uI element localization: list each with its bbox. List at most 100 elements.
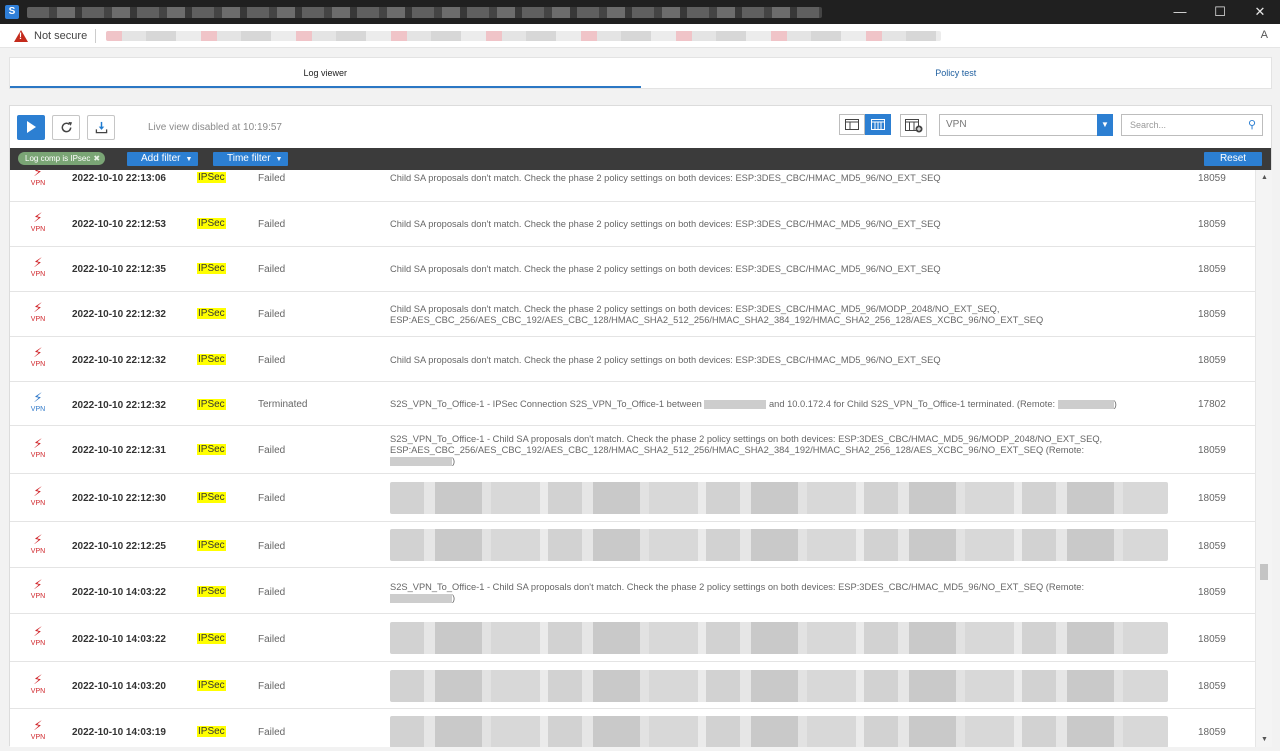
- log-message-part: ): [1113, 399, 1117, 409]
- scroll-up-icon[interactable]: ▲: [1261, 174, 1268, 181]
- log-type-cell: ⚡ VPN: [27, 719, 49, 741]
- vpn-failed-icon: ⚡: [33, 624, 43, 639]
- log-id: 18059: [1198, 727, 1226, 738]
- log-type-select[interactable]: VPN ▼: [939, 114, 1113, 136]
- table-row[interactable]: ⚡ VPN 2022-10-10 22:12:30 IPSec Failed 1…: [10, 474, 1255, 522]
- column-settings-button[interactable]: [900, 114, 927, 137]
- redacted-message: [390, 716, 1168, 747]
- add-filter-button[interactable]: Add filter ▼: [127, 152, 199, 166]
- live-view-status: Live view disabled at 10:19:57: [148, 121, 282, 133]
- refresh-button[interactable]: [52, 114, 80, 140]
- log-message-line: ESP:AES_CBC_256/AES_CBC_192/AES_CBC_128/…: [390, 445, 1085, 455]
- window-title-redacted: [27, 6, 822, 18]
- table-row[interactable]: ⚡ VPN 2022-10-10 22:12:25 IPSec Failed 1…: [10, 522, 1255, 568]
- vertical-scrollbar[interactable]: ▲ ▼: [1255, 170, 1272, 747]
- timestamp: 2022-10-10 22:12:31: [72, 445, 166, 456]
- download-icon: [95, 121, 107, 133]
- log-type-cell: ⚡ VPN: [27, 391, 49, 413]
- table-row[interactable]: ⚡ VPN 2022-10-10 22:12:53 IPSec Failed C…: [10, 202, 1255, 247]
- table-row[interactable]: ⚡ VPN 2022-10-10 14:03:19 IPSec Failed 1…: [10, 709, 1255, 747]
- table-row[interactable]: ⚡ VPN 2022-10-10 22:12:32 IPSec Failed C…: [10, 337, 1255, 382]
- close-button[interactable]: ✕: [1240, 0, 1280, 24]
- component-badge: IPSec: [197, 726, 226, 737]
- log-message-part: ): [452, 456, 456, 466]
- download-button[interactable]: [87, 114, 115, 140]
- table-row[interactable]: ⚡ VPN 2022-10-10 14:03:20 IPSec Failed 1…: [10, 662, 1255, 709]
- search-placeholder: Search...: [1130, 120, 1167, 130]
- log-type-label: VPN: [30, 406, 46, 413]
- timestamp: 2022-10-10 22:12:32: [72, 400, 166, 411]
- table-row[interactable]: ⚡ VPN 2022-10-10 22:13:06 IPSec Failed C…: [10, 170, 1255, 202]
- log-type-cell: ⚡ VPN: [27, 578, 49, 600]
- timestamp: 2022-10-10 22:13:06: [72, 173, 166, 184]
- status-text: Failed: [258, 355, 286, 366]
- window-title-bar: S — ☐ ✕: [0, 0, 1280, 24]
- filter-chip[interactable]: Log comp is IPsec ✖: [18, 152, 106, 165]
- app-icon: S: [5, 5, 19, 19]
- add-filter-label: Add filter: [141, 153, 181, 164]
- maximize-button[interactable]: ☐: [1200, 0, 1240, 24]
- table-row[interactable]: ⚡ VPN 2022-10-10 22:12:32 IPSec Failed C…: [10, 292, 1255, 337]
- log-type-cell: ⚡ VPN: [27, 437, 49, 459]
- status-text: Failed: [258, 219, 286, 230]
- reset-button[interactable]: Reset: [1204, 152, 1262, 166]
- window-controls: — ☐ ✕: [1160, 0, 1280, 24]
- log-toolbar: Live view disabled at 10:19:57 VPN ▼ Sea…: [10, 106, 1271, 148]
- minimize-button[interactable]: —: [1160, 0, 1200, 24]
- time-filter-label: Time filter: [227, 153, 271, 164]
- log-message-line: Child SA proposals don't match. Check th…: [390, 304, 1000, 314]
- timestamp: 2022-10-10 22:12:35: [72, 264, 166, 275]
- tab-policy-test[interactable]: Policy test: [641, 58, 1272, 88]
- table-row[interactable]: ⚡ VPN 2022-10-10 14:03:22 IPSec Failed S…: [10, 568, 1255, 614]
- component-badge: IPSec: [197, 540, 226, 551]
- log-message-line: S2S_VPN_To_Office-1 - Child SA proposals…: [390, 582, 1085, 592]
- component-badge: IPSec: [197, 680, 226, 691]
- detailed-view-button[interactable]: [865, 114, 891, 135]
- log-id: 18059: [1198, 309, 1226, 320]
- scroll-down-icon[interactable]: ▼: [1261, 736, 1268, 743]
- vpn-failed-icon: ⚡: [33, 532, 43, 547]
- log-type-cell: ⚡ VPN: [27, 211, 49, 233]
- table-row[interactable]: ⚡ VPN 2022-10-10 14:03:22 IPSec Failed 1…: [10, 614, 1255, 662]
- log-message: Child SA proposals don't match. Check th…: [390, 355, 941, 365]
- address-bar[interactable]: Not secure A: [0, 24, 1280, 48]
- url-redacted[interactable]: [106, 30, 942, 41]
- table-row[interactable]: ⚡ VPN 2022-10-10 22:12:31 IPSec Failed S…: [10, 426, 1255, 474]
- refresh-icon: [61, 121, 72, 132]
- log-type-cell: ⚡ VPN: [27, 301, 49, 323]
- log-message-part: ): [452, 593, 456, 603]
- tab-log-viewer[interactable]: Log viewer: [10, 58, 641, 88]
- log-type-label: VPN: [30, 180, 46, 187]
- table-row[interactable]: ⚡ VPN 2022-10-10 22:12:32 IPSec Terminat…: [10, 382, 1255, 426]
- redacted-message: [390, 670, 1168, 702]
- add-column-icon: [904, 118, 922, 132]
- view-tabs: Log viewer Policy test: [9, 57, 1272, 89]
- redacted-ip: [704, 400, 767, 410]
- log-message: S2S_VPN_To_Office-1 - Child SA proposals…: [390, 434, 1170, 467]
- log-type-label: VPN: [30, 688, 46, 695]
- table-row[interactable]: ⚡ VPN 2022-10-10 22:12:35 IPSec Failed C…: [10, 247, 1255, 292]
- search-icon[interactable]: ⚲: [1248, 115, 1256, 135]
- log-type-cell: ⚡ VPN: [27, 256, 49, 278]
- vpn-terminated-icon: ⚡: [33, 390, 43, 405]
- timestamp: 2022-10-10 14:03:19: [72, 727, 166, 738]
- status-text: Failed: [258, 264, 286, 275]
- status-text: Failed: [258, 587, 286, 598]
- read-aloud-icon[interactable]: A: [1261, 29, 1268, 41]
- log-type-cell: ⚡ VPN: [27, 485, 49, 507]
- log-id: 17802: [1198, 399, 1226, 410]
- search-input[interactable]: Search... ⚲: [1121, 114, 1263, 136]
- scroll-thumb[interactable]: [1260, 564, 1268, 580]
- play-button[interactable]: [17, 114, 45, 140]
- log-message: Child SA proposals don't match. Check th…: [390, 304, 1170, 326]
- simple-view-button[interactable]: [839, 114, 865, 135]
- remove-filter-icon[interactable]: ✖: [93, 154, 100, 163]
- warning-icon[interactable]: [14, 29, 28, 42]
- component-badge: IPSec: [197, 172, 226, 183]
- time-filter-button[interactable]: Time filter ▼: [213, 152, 289, 166]
- component-badge: IPSec: [197, 354, 226, 365]
- chevron-down-icon[interactable]: ▼: [1097, 114, 1113, 136]
- log-message: Child SA proposals don't match. Check th…: [390, 219, 941, 229]
- security-indicator[interactable]: Not secure: [34, 30, 87, 42]
- status-text: Failed: [258, 634, 286, 645]
